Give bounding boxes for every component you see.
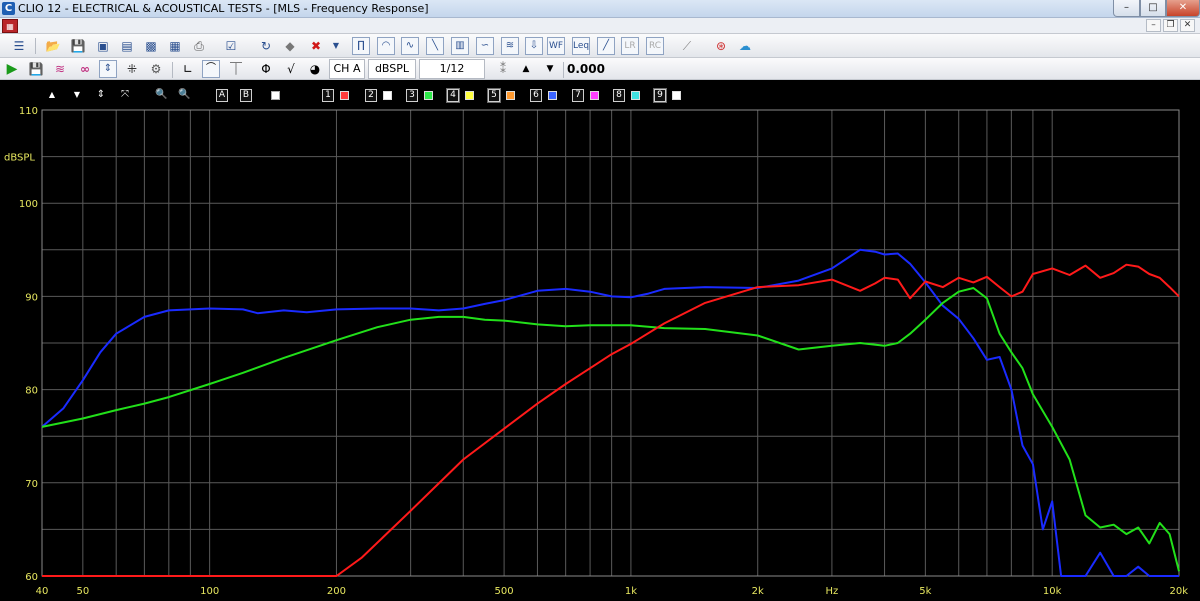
move-icon[interactable]: ⁜ [123,60,141,78]
save-measure-icon[interactable]: 💾 [27,60,45,78]
leq-icon[interactable]: Leq [572,37,590,55]
mdi-child-bar: ▦ – ❐ ✕ [0,18,1200,34]
eraser-icon[interactable]: ◆ [281,37,299,55]
x-tick-label: 10k [1043,586,1062,597]
marker-icon[interactable]: ⇕ [99,60,117,78]
mls-icon[interactable]: ∏ [352,37,370,55]
save-as-icon[interactable]: ▣ [94,37,112,55]
title-bar[interactable]: C CLIO 12 - ELECTRICAL & ACOUSTICAL TEST… [0,0,1200,18]
checklist-icon[interactable]: ☑ [222,37,240,55]
open-folder-icon[interactable]: 📂 [44,37,62,55]
y-tick-label: 90 [25,292,38,303]
wf-icon[interactable]: WF [547,37,565,55]
minimize-button[interactable]: – [1113,0,1140,17]
reference-icon[interactable]: ⁑ [494,60,512,78]
y-tick-label: 100 [19,199,38,210]
cloud-help-icon[interactable]: ☁ [736,37,754,55]
x-axis-unit-label: Hz [826,586,839,597]
close-button[interactable]: ✕ [1166,0,1200,17]
toolbar-separator [172,62,173,78]
decrease-icon[interactable]: ▼ [541,60,559,78]
y-axis-unit-label: dBSPL [4,153,35,164]
calendar-icon[interactable]: ▦ [166,37,184,55]
mdi-minimize-button[interactable]: – [1146,19,1161,32]
toolbar-separator [35,38,36,54]
pen-icon[interactable]: ╱ [597,37,615,55]
image-export-icon[interactable]: ▩ [142,37,160,55]
smoothing-select[interactable]: 1/12 Octave [419,59,485,93]
play-icon[interactable]: ▶ [3,60,21,78]
microphone-icon[interactable]: Φ [257,60,275,78]
x-tick-label: 5k [919,586,931,597]
lr-icon[interactable]: LR [621,37,639,55]
app-icon: C [2,2,15,15]
print-icon[interactable]: ⎙ [190,37,208,55]
waterfall-icon[interactable]: ≋ [501,37,519,55]
toolbar-separator [563,62,564,78]
wave-icon[interactable]: ∽ [476,37,494,55]
x-tick-label: 1k [625,586,637,597]
slope-icon[interactable]: ╲ [426,37,444,55]
reference-value[interactable]: 0.000 [567,61,605,77]
x-tick-label: 2k [752,586,764,597]
mdi-close-button[interactable]: ✕ [1180,19,1195,32]
fft-icon[interactable]: ◠ [377,37,395,55]
unit-select[interactable]: dBSPL [368,59,416,79]
window-title: CLIO 12 - ELECTRICAL & ACOUSTICAL TESTS … [18,2,429,15]
stack-icon[interactable]: ≋ [51,60,69,78]
help-icon[interactable]: ⊛ [712,37,730,55]
x-tick-label: 500 [495,586,514,597]
maximize-button[interactable]: □ [1140,0,1166,17]
mls-document-icon[interactable]: ▦ [2,19,18,33]
blue-response-curve [41,248,1179,577]
increase-icon[interactable]: ▲ [517,60,535,78]
menu-icon[interactable]: ☰ [10,37,28,55]
refresh-icon[interactable]: ↻ [257,37,275,55]
download-icon[interactable]: ⇩ [525,37,543,55]
settings-gear-icon[interactable]: ⚙ [147,60,165,78]
y-tick-label: 110 [19,106,38,117]
y-tick-label: 60 [25,572,38,583]
ruler-icon[interactable]: ⟋ [678,37,696,55]
green-response-curve [41,287,1180,572]
channel-select[interactable]: CH A [329,59,365,79]
loop-icon[interactable]: ∞ [76,60,94,78]
x-tick-label: 50 [76,586,89,597]
frequency-response-chart[interactable]: 110 dBSPL 100 90 80 70 60 40 50 100 200 500 1k 2k Hz 5k… [0,80,1200,601]
y-tick-label: 80 [25,386,38,397]
rc-icon[interactable]: RC [646,37,664,55]
phase-icon[interactable]: ⏉ [227,60,245,78]
x-tick-label: 100 [200,586,219,597]
save-icon[interactable]: 💾 [69,37,87,55]
spectrum-icon[interactable]: ▥ [451,37,469,55]
dropdown-arrow-icon[interactable]: ▼ [327,37,345,55]
x-tick-label: 40 [36,586,49,597]
mdi-restore-button[interactable]: ❐ [1163,19,1178,32]
y-tick-label: 70 [25,479,38,490]
x-tick-label: 20k [1169,586,1188,597]
x-tick-label: 200 [327,586,346,597]
measurement-toolbar: ▶ 💾 ≋ ∞ ⇕ ⁜ ⚙ ∟ ⌒ ⏉ Φ √ ◕ CH A dBSPL 1/1… [0,58,1200,93]
signal-icon[interactable]: √ [282,60,300,78]
smooth-curve-icon[interactable]: ⌒ [202,60,220,78]
sinusoidal-icon[interactable]: ∿ [401,37,419,55]
clio-window: C CLIO 12 - ELECTRICAL & ACOUSTICAL TEST… [0,0,1200,601]
axis-icon[interactable]: ∟ [179,60,197,78]
main-toolbar: ☰ 📂 💾 ▣ ▤ ▩ ▦ ⎙ ☑ ↻ ◆ ✖ ▼ ∏ ◠ ∿ ╲ ▥ ∽ ≋ … [0,34,1200,58]
delete-icon[interactable]: ✖ [307,37,325,55]
gauge-icon[interactable]: ◕ [306,60,324,78]
export-icon[interactable]: ▤ [118,37,136,55]
